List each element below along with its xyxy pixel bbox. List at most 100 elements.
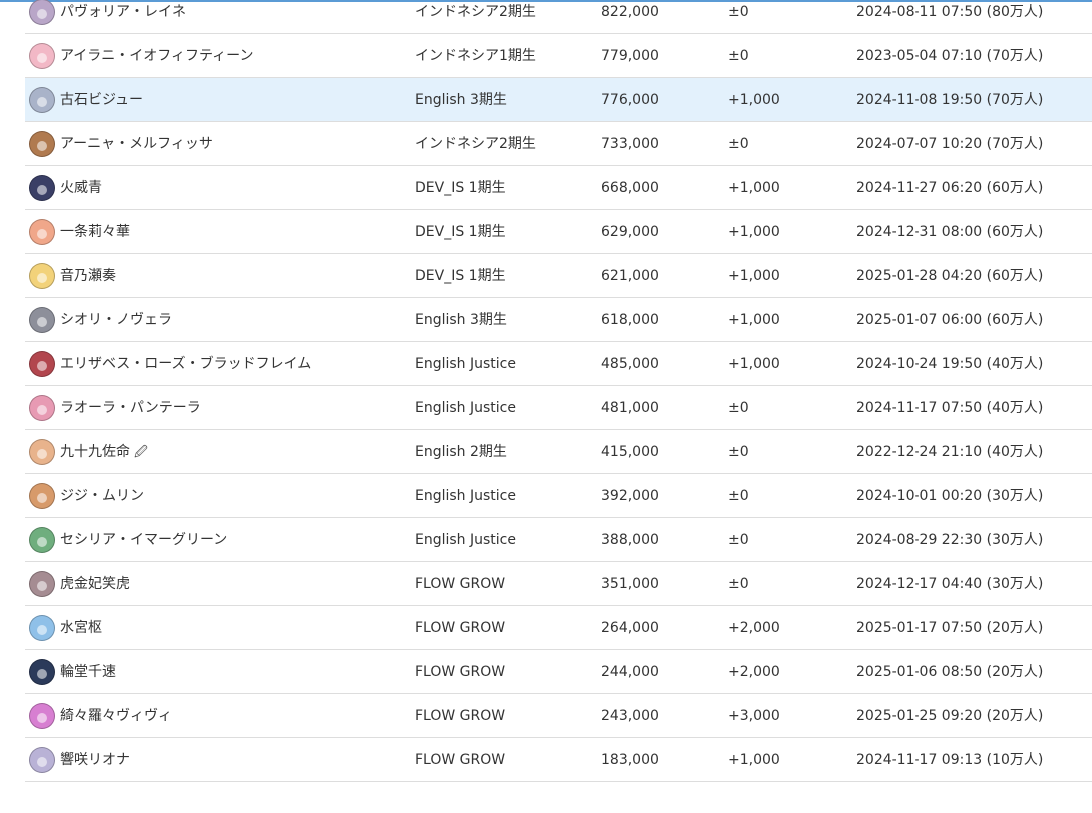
table-row[interactable]: 輪堂千速 FLOW GROW 244,000 +2,000 2025-01-06… [25,650,1092,694]
avatar[interactable] [29,527,55,553]
member-name[interactable]: 古石ビジュー [60,78,143,122]
milestone-date: 2024-07-07 10:20 (70万人) [856,136,1044,152]
avatar[interactable] [29,747,55,773]
table-row[interactable]: 音乃瀬奏 DEV_IS 1期生 621,000 +1,000 2025-01-2… [25,254,1092,298]
subscriber-count: 621,000 [601,268,659,284]
member-name[interactable]: シオリ・ノヴェラ [60,298,172,342]
subscriber-change: ±0 [728,444,749,460]
table-row[interactable]: パヴォリア・レイネ インドネシア2期生 822,000 ±0 2024-08-1… [25,0,1092,34]
member-name[interactable]: アーニャ・メルフィッサ [60,122,213,166]
member-group: English 3期生 [415,92,507,108]
avatar[interactable] [29,439,55,465]
table-row[interactable]: 水宮枢 FLOW GROW 264,000 +2,000 2025-01-17 … [25,606,1092,650]
milestone-date: 2025-01-06 08:50 (20万人) [856,664,1044,680]
member-name[interactable]: 一条莉々華 [60,210,130,254]
subscriber-count: 264,000 [601,620,659,636]
member-group: English 2期生 [415,444,507,460]
member-group: FLOW GROW [415,576,506,592]
subscriber-count: 779,000 [601,48,659,64]
avatar[interactable] [29,703,55,729]
member-group: インドネシア1期生 [415,48,536,64]
member-group: インドネシア2期生 [415,4,536,20]
table-row[interactable]: 火威青 DEV_IS 1期生 668,000 +1,000 2024-11-27… [25,166,1092,210]
member-name[interactable]: エリザベス・ローズ・ブラッドフレイム [60,342,311,386]
subscriber-change: ±0 [728,48,749,64]
member-name[interactable]: ラオーラ・パンテーラ [60,386,201,430]
pen-icon: 🖉 [134,445,148,460]
table-row[interactable]: アーニャ・メルフィッサ インドネシア2期生 733,000 ±0 2024-07… [25,122,1092,166]
subscriber-change: +2,000 [728,664,780,680]
member-name-cell[interactable]: 九十九佐命 🖉 [60,430,148,475]
subscriber-change: +1,000 [728,268,780,284]
subscriber-count: 668,000 [601,180,659,196]
avatar[interactable] [29,615,55,641]
member-group: FLOW GROW [415,752,506,768]
avatar[interactable] [29,307,55,333]
table-row[interactable]: アイラニ・イオフィフティーン インドネシア1期生 779,000 ±0 2023… [25,34,1092,78]
milestone-date: 2024-08-11 07:50 (80万人) [856,4,1044,20]
subscriber-change: +1,000 [728,180,780,196]
member-name[interactable]: 輪堂千速 [60,650,116,694]
table-row[interactable]: ジジ・ムリン English Justice 392,000 ±0 2024-1… [25,474,1092,518]
table-row[interactable]: 綺々羅々ヴィヴィ FLOW GROW 243,000 +3,000 2025-0… [25,694,1092,738]
milestone-date: 2022-12-24 21:10 (40万人) [856,444,1044,460]
member-group: English Justice [415,488,516,504]
subscriber-change: ±0 [728,136,749,152]
member-name[interactable]: ジジ・ムリン [60,474,144,518]
avatar[interactable] [29,351,55,377]
subscriber-count: 415,000 [601,444,659,460]
table-row[interactable]: 虎金妃笑虎 FLOW GROW 351,000 ±0 2024-12-17 04… [25,562,1092,606]
table-row-highlighted[interactable]: 古石ビジュー English 3期生 776,000 +1,000 2024-1… [25,78,1092,122]
member-name[interactable]: 水宮枢 [60,606,102,650]
member-name[interactable]: 響咲リオナ [60,738,130,782]
avatar[interactable] [29,0,55,25]
member-name[interactable]: 綺々羅々ヴィヴィ [60,694,172,738]
member-group: FLOW GROW [415,664,506,680]
table-row[interactable]: 響咲リオナ FLOW GROW 183,000 +1,000 2024-11-1… [25,738,1092,782]
subscriber-change: +3,000 [728,708,780,724]
subscriber-change: +1,000 [728,356,780,372]
avatar[interactable] [29,175,55,201]
member-group: DEV_IS 1期生 [415,268,506,284]
avatar[interactable] [29,219,55,245]
table-row[interactable]: ラオーラ・パンテーラ English Justice 481,000 ±0 20… [25,386,1092,430]
table-row[interactable]: エリザベス・ローズ・ブラッドフレイム English Justice 485,0… [25,342,1092,386]
member-group: English Justice [415,356,516,372]
member-name[interactable]: セシリア・イマーグリーン [60,518,227,562]
avatar[interactable] [29,659,55,685]
avatar[interactable] [29,571,55,597]
member-group: English Justice [415,400,516,416]
table-row[interactable]: 一条莉々華 DEV_IS 1期生 629,000 +1,000 2024-12-… [25,210,1092,254]
subscriber-count: 629,000 [601,224,659,240]
member-name[interactable]: 九十九佐命 [60,444,130,460]
subscriber-count: 733,000 [601,136,659,152]
milestone-date: 2024-10-24 19:50 (40万人) [856,356,1044,372]
subscriber-count: 183,000 [601,752,659,768]
milestone-date: 2025-01-28 04:20 (60万人) [856,268,1044,284]
avatar[interactable] [29,263,55,289]
table-row[interactable]: 九十九佐命 🖉 English 2期生 415,000 ±0 2022-12-24… [25,430,1092,474]
avatar[interactable] [29,483,55,509]
subscriber-count: 392,000 [601,488,659,504]
avatar[interactable] [29,87,55,113]
avatar[interactable] [29,43,55,69]
table-row[interactable]: シオリ・ノヴェラ English 3期生 618,000 +1,000 2025… [25,298,1092,342]
member-group: FLOW GROW [415,620,506,636]
member-name[interactable]: 虎金妃笑虎 [60,562,130,606]
milestone-date: 2024-11-27 06:20 (60万人) [856,180,1044,196]
subscriber-count: 244,000 [601,664,659,680]
table-row[interactable]: セシリア・イマーグリーン English Justice 388,000 ±0 … [25,518,1092,562]
subscriber-change: ±0 [728,4,749,20]
subscriber-change: +1,000 [728,312,780,328]
member-name[interactable]: 火威青 [60,166,102,210]
subscriber-change: +1,000 [728,752,780,768]
member-name[interactable]: パヴォリア・レイネ [60,0,186,34]
avatar[interactable] [29,131,55,157]
milestone-date: 2025-01-25 09:20 (20万人) [856,708,1044,724]
milestone-date: 2024-12-31 08:00 (60万人) [856,224,1044,240]
member-name[interactable]: アイラニ・イオフィフティーン [60,34,253,78]
member-name[interactable]: 音乃瀬奏 [60,254,116,298]
milestone-date: 2024-10-01 00:20 (30万人) [856,488,1044,504]
avatar[interactable] [29,395,55,421]
milestone-date: 2025-01-07 06:00 (60万人) [856,312,1044,328]
